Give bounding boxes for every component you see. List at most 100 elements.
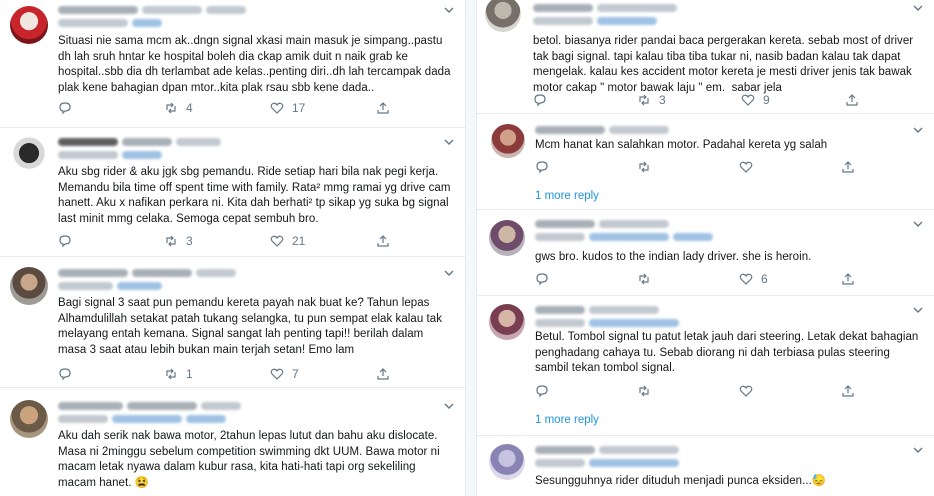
like-icon [741, 94, 755, 106]
share-icon [842, 273, 854, 285]
share-button[interactable] [376, 234, 390, 248]
like-button[interactable]: 9 [741, 93, 770, 107]
share-icon [377, 368, 389, 380]
like-button[interactable]: 17 [270, 101, 305, 115]
author-name-blurred[interactable] [533, 2, 677, 14]
tweet: Aku dah serik nak bawa motor, 2tahun lep… [0, 388, 465, 496]
retweet-button[interactable] [637, 384, 651, 398]
more-reply-link[interactable]: 1 more reply [535, 190, 599, 202]
chevron-down-icon[interactable] [443, 400, 455, 412]
reply-button[interactable] [58, 367, 72, 381]
like-count: 6 [761, 272, 768, 286]
avatar[interactable] [10, 267, 48, 305]
author-name-blurred[interactable] [535, 444, 679, 456]
author-name-blurred[interactable] [535, 124, 669, 136]
avatar[interactable] [10, 136, 48, 174]
like-count: 7 [292, 367, 299, 381]
reply-icon [534, 94, 546, 107]
share-button[interactable] [841, 160, 855, 174]
share-button[interactable] [376, 101, 390, 115]
tweet-text: gws bro. kudos to the indian lady driver… [535, 251, 812, 263]
retweet-button[interactable] [637, 160, 651, 174]
like-button[interactable] [739, 160, 753, 174]
author-name-blurred[interactable] [58, 4, 246, 16]
share-icon [377, 102, 389, 114]
chevron-down-icon[interactable] [912, 2, 924, 14]
chevron-down-icon[interactable] [443, 267, 455, 279]
retweet-button[interactable]: 1 [164, 367, 193, 381]
avatar[interactable] [489, 444, 525, 480]
chevron-down-icon[interactable] [912, 218, 924, 230]
avatar[interactable] [489, 304, 525, 340]
reply-button[interactable] [535, 272, 549, 286]
avatar[interactable] [10, 6, 48, 44]
tweet: Betul. Tombol signal tu patut letak jauh… [477, 296, 934, 436]
retweet-icon [639, 94, 649, 106]
author-handle-blurred[interactable] [58, 414, 226, 424]
author-name-blurred[interactable] [58, 136, 221, 148]
like-icon [270, 368, 284, 380]
tweet: Bagi signal 3 saat pun pemandu kereta pa… [0, 257, 465, 388]
avatar[interactable] [10, 400, 48, 438]
chevron-down-icon[interactable] [912, 124, 924, 136]
author-handle-blurred[interactable] [535, 232, 713, 242]
share-button[interactable] [376, 367, 390, 381]
retweet-icon [639, 161, 649, 173]
retweet-icon [639, 273, 649, 285]
reply-button[interactable] [58, 101, 72, 115]
tweet-actions [535, 160, 915, 176]
author-name-blurred[interactable] [535, 304, 659, 316]
retweet-button[interactable]: 4 [164, 101, 193, 115]
share-button[interactable] [841, 384, 855, 398]
like-button[interactable]: 21 [270, 234, 305, 248]
tweet-actions: 1 7 [58, 367, 454, 383]
retweet-icon [166, 235, 176, 247]
share-button[interactable] [841, 272, 855, 286]
tweet: Situasi nie sama mcm ak..dngn signal xka… [0, 0, 465, 128]
chevron-down-icon[interactable] [912, 444, 924, 456]
like-button[interactable]: 6 [739, 272, 768, 286]
author-handle-blurred[interactable] [58, 18, 162, 28]
avatar[interactable] [489, 220, 525, 256]
retweet-count: 1 [186, 367, 193, 381]
reply-button[interactable] [58, 234, 72, 248]
tweet-text: betol. biasanya rider pandai baca perger… [533, 35, 917, 94]
chevron-down-icon[interactable] [443, 136, 455, 148]
retweet-button[interactable]: 3 [637, 93, 666, 107]
like-icon [270, 102, 284, 114]
reply-button[interactable] [535, 384, 549, 398]
retweet-count: 4 [186, 101, 193, 115]
tweet: Sesungguhnya rider dituduh menjadi punca… [477, 436, 934, 496]
reply-button[interactable] [533, 93, 547, 107]
author-name-blurred[interactable] [535, 218, 669, 230]
tweet-actions: 3 9 [533, 93, 925, 109]
more-reply-link[interactable]: 1 more reply [535, 414, 599, 426]
author-handle-blurred[interactable] [58, 281, 162, 291]
reply-icon [59, 102, 71, 115]
chevron-down-icon[interactable] [912, 304, 924, 316]
retweet-icon [166, 102, 176, 114]
tweet-text: Sesungguhnya rider dituduh menjadi punca… [535, 475, 827, 487]
retweet-button[interactable] [637, 272, 651, 286]
chevron-down-icon[interactable] [443, 4, 455, 16]
share-icon [846, 94, 858, 106]
author-handle-blurred[interactable] [535, 318, 679, 328]
tweet: gws bro. kudos to the indian lady driver… [477, 210, 934, 296]
like-icon [739, 273, 753, 285]
author-name-blurred[interactable] [58, 267, 236, 279]
reply-button[interactable] [535, 160, 549, 174]
share-icon [377, 235, 389, 247]
like-button[interactable] [739, 384, 753, 398]
author-handle-blurred[interactable] [58, 150, 162, 160]
avatar[interactable] [485, 0, 521, 32]
author-handle-blurred[interactable] [533, 16, 657, 26]
retweet-button[interactable]: 3 [164, 234, 193, 248]
like-button[interactable]: 7 [270, 367, 299, 381]
tweet-text: Aku sbg rider & aku jgk sbg pemandu. Rid… [58, 166, 454, 225]
author-name-blurred[interactable] [58, 400, 241, 412]
reply-icon [536, 273, 548, 286]
avatar[interactable] [491, 124, 525, 158]
author-handle-blurred[interactable] [535, 458, 679, 468]
right-thread-column: betol. biasanya rider pandai baca perger… [476, 0, 934, 496]
share-button[interactable] [845, 93, 859, 107]
